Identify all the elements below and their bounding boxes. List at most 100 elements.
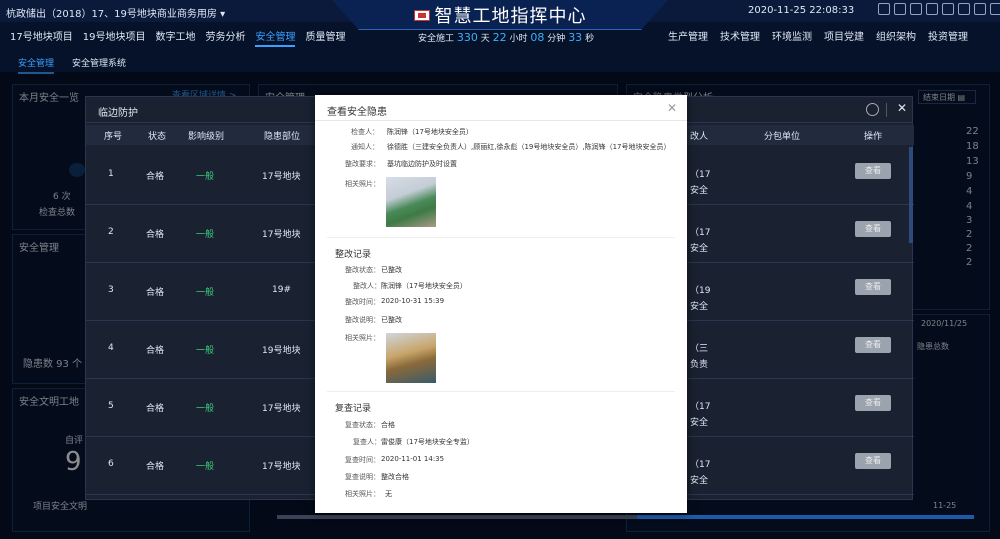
requirement-value: 基坑临边防护及时设置 — [387, 160, 457, 168]
cell-status: 合格 — [146, 230, 165, 240]
safety-days: 330 — [456, 31, 478, 44]
review-photo-label: 相关照片： — [345, 490, 380, 498]
toolbar-icons — [878, 3, 1000, 15]
shirt-icon[interactable] — [942, 3, 954, 15]
close-icon[interactable]: ✕ — [897, 101, 907, 115]
cell-person: （17 安全 — [690, 399, 710, 431]
nav-item-party[interactable]: 项目党建 — [824, 28, 864, 43]
notified-value: 徐德胜（三建安全负责人）,顾丽红,徐永彪（19号地块安全员）,陈润锋（17号地块… — [387, 143, 671, 151]
project-selector[interactable]: 杭政储出（2018）17、19号地块商业商务用房 ▾ — [6, 5, 225, 20]
rect-photo-label: 相关照片： — [345, 334, 380, 342]
col-action: 操作 — [864, 132, 883, 142]
unit-minute: 分钟 — [547, 34, 566, 44]
rect-time-value: 2020-10-31 15:39 — [381, 297, 445, 305]
cell-person-1: （三 — [690, 344, 709, 354]
view-button[interactable]: 查看 — [855, 395, 891, 411]
nav-item-digital[interactable]: 数字工地 — [155, 28, 195, 47]
cell-location: 17号地块 — [262, 172, 301, 182]
nav-item-env[interactable]: 环境监测 — [772, 28, 812, 43]
cell-no: 5 — [108, 401, 114, 411]
nav-item-19[interactable]: 19号地块项目 — [83, 28, 146, 47]
review-time-value: 2020-11-01 14:35 — [381, 455, 445, 463]
device-icon[interactable] — [926, 3, 938, 15]
nav-left: 17号地块项目 19号地块项目 数字工地 劳务分析 安全管理 质量管理 — [10, 28, 345, 47]
hazard-detail-dialog: 查看安全隐患 ✕ 检查人： 陈润锋（17号地块安全员） 通知人： 徐德胜（三建安… — [315, 95, 687, 513]
col-status: 状态 — [148, 132, 167, 142]
nav-item-production[interactable]: 生产管理 — [668, 28, 708, 43]
cell-status: 合格 — [146, 346, 165, 356]
view-button[interactable]: 查看 — [855, 337, 891, 353]
unit-second: 秒 — [585, 34, 595, 44]
safety-hours: 22 — [492, 31, 507, 44]
inspector-label: 检查人： — [351, 128, 379, 136]
cell-location: 17号地块 — [262, 404, 301, 414]
cell-status: 合格 — [146, 288, 165, 298]
review-desc-value: 整改合格 — [381, 473, 409, 481]
divider — [327, 391, 675, 392]
safety-counter: 安全施工 330 天 22 小时 08 分钟 33 秒 — [418, 31, 594, 44]
horizontal-scrollbar[interactable] — [637, 515, 974, 519]
document-icon[interactable] — [910, 3, 922, 15]
title-banner: 智慧工地指挥中心 — [332, 0, 668, 30]
cell-person-1: （17 — [690, 402, 711, 412]
review-photo-value: 无 — [385, 490, 392, 498]
cell-level: 一般 — [196, 172, 215, 182]
hazard-photo[interactable] — [386, 177, 436, 227]
rectification-heading: 整改记录 — [335, 250, 372, 260]
next-icon[interactable] — [866, 103, 879, 116]
cell-person: （17 安全 — [690, 167, 710, 199]
nav-item-invest[interactable]: 投资管理 — [928, 28, 968, 43]
inspector-value: 陈润锋（17号地块安全员） — [387, 128, 473, 136]
view-button[interactable]: 查看 — [855, 221, 891, 237]
col-subcontractor: 分包单位 — [764, 132, 801, 142]
nav-item-safety[interactable]: 安全管理 — [255, 28, 296, 47]
cell-status: 合格 — [146, 172, 165, 182]
horizontal-scroll-track — [277, 515, 637, 519]
bell-icon[interactable] — [958, 3, 970, 15]
detail-title: 查看安全隐患 — [315, 95, 687, 121]
cell-location: 17号地块 — [262, 230, 301, 240]
col-no: 序号 — [104, 132, 123, 142]
cell-person-2: 安全 — [690, 244, 709, 254]
vertical-scrollbar[interactable] — [909, 147, 913, 243]
cell-person-2: 安全 — [690, 186, 709, 196]
refresh-icon[interactable] — [974, 3, 986, 15]
nav-item-labor[interactable]: 劳务分析 — [205, 28, 245, 47]
notified-label: 通知人： — [351, 143, 379, 151]
grid-icon[interactable] — [894, 3, 906, 15]
rect-time-label: 整改时间： — [345, 298, 380, 306]
divider — [886, 103, 887, 117]
datetime: 2020-11-25 22:08:33 — [748, 5, 855, 16]
unit-hour: 小时 — [509, 34, 528, 44]
view-button[interactable]: 查看 — [855, 163, 891, 179]
col-person: 改人 — [690, 132, 709, 142]
cell-person-2: 安全 — [690, 418, 709, 428]
cell-level: 一般 — [196, 346, 215, 356]
cell-person: （17 安全 — [690, 457, 710, 489]
close-icon[interactable]: ✕ — [667, 101, 677, 115]
nav-item-tech[interactable]: 技术管理 — [720, 28, 760, 43]
review-desc-label: 复查说明： — [345, 473, 380, 481]
nav-item-org[interactable]: 组织架构 — [876, 28, 916, 43]
project-name: 杭政储出（2018）17、19号地块商业商务用房 — [6, 9, 217, 20]
safety-seconds: 33 — [568, 31, 583, 44]
nav-item-quality[interactable]: 质量管理 — [305, 28, 345, 47]
monitor-icon[interactable] — [878, 3, 890, 15]
view-button[interactable]: 查看 — [855, 453, 891, 469]
review-time-label: 复查时间： — [345, 456, 380, 464]
cell-no: 2 — [108, 227, 114, 237]
photo-label: 相关照片： — [345, 180, 380, 188]
cell-level: 一般 — [196, 288, 215, 298]
requirement-label: 整改要求： — [345, 160, 380, 168]
cell-person-2: 安全 — [690, 476, 709, 486]
gear-icon[interactable] — [990, 3, 1000, 15]
review-heading: 复查记录 — [335, 404, 372, 414]
cell-no: 1 — [108, 169, 114, 179]
col-level: 影响级别 — [188, 132, 225, 142]
flag-icon — [413, 10, 430, 21]
cell-person: （三 负责 — [690, 341, 708, 373]
nav-item-17[interactable]: 17号地块项目 — [10, 28, 73, 47]
view-button[interactable]: 查看 — [855, 279, 891, 295]
unit-day: 天 — [480, 34, 490, 44]
rectification-photo[interactable] — [386, 333, 436, 383]
